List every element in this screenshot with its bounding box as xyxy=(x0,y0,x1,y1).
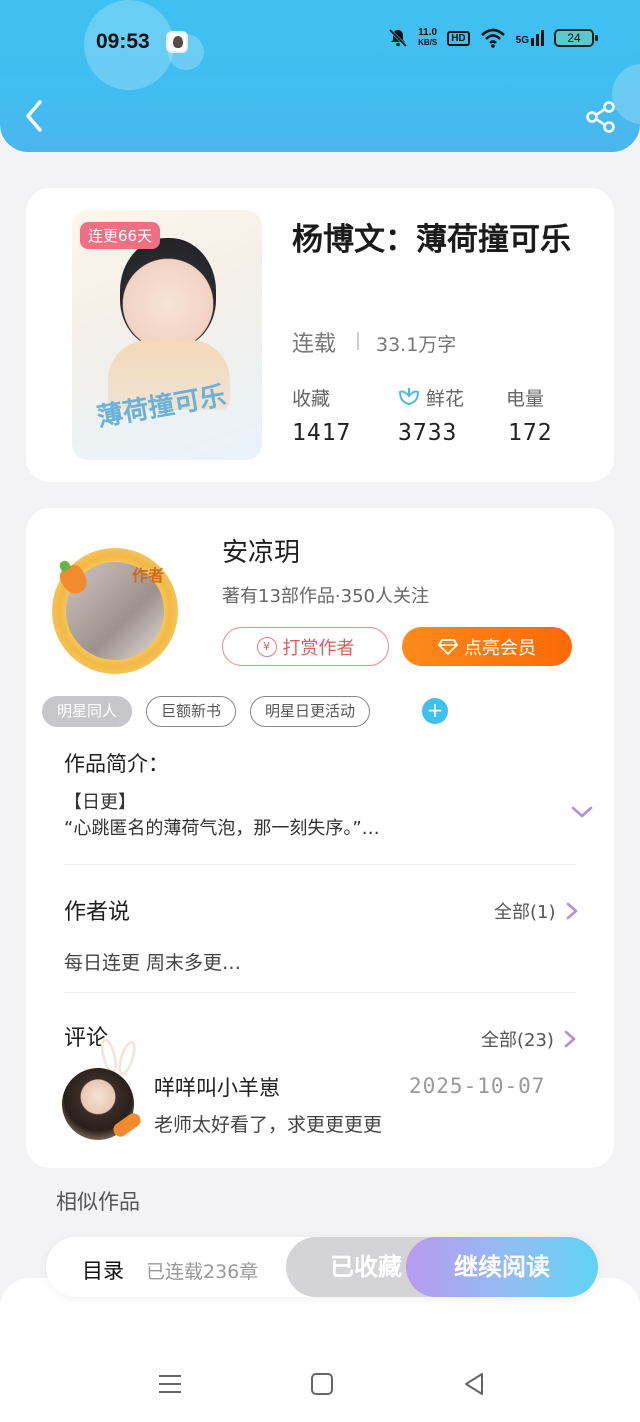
coin-icon: ¥ xyxy=(256,636,277,657)
divider xyxy=(64,864,576,865)
book-status: 连载 xyxy=(292,332,337,357)
speed-unit: KB/S xyxy=(418,38,438,47)
wifi-icon xyxy=(480,28,505,48)
status-time: 09:53 xyxy=(96,30,150,53)
bunny-ear-decor xyxy=(114,1038,140,1078)
back-nav-icon[interactable] xyxy=(460,1370,488,1398)
stat-label-flowers: 鲜花 xyxy=(426,388,465,410)
diamond-icon xyxy=(438,638,458,655)
battery-icon: 24 xyxy=(554,29,598,47)
cover-portrait xyxy=(120,238,216,348)
intro-heading: 作品简介： xyxy=(64,752,169,776)
status-icons: 11.0 KB/S HD 5G 24 xyxy=(388,28,598,48)
network-speed: 11.0 KB/S xyxy=(418,28,437,48)
vip-button[interactable]: 点亮会员 xyxy=(402,627,572,666)
update-streak-badge: 连更66天 xyxy=(80,222,161,249)
stat-value-favorites: 1417 xyxy=(292,420,352,446)
author-avatar[interactable]: 作者 xyxy=(52,548,178,674)
vip-label: 点亮会员 xyxy=(464,637,536,659)
book-title: 杨博文：薄荷撞可乐 xyxy=(292,222,571,258)
divider xyxy=(357,332,359,350)
stat-value-power: 172 xyxy=(508,420,553,446)
author-says-more-label: 全部(1) xyxy=(494,902,556,923)
intro-text-line1: 【日更】 xyxy=(64,792,136,813)
stat-label-favorites: 收藏 xyxy=(292,388,331,410)
menu-icon[interactable] xyxy=(156,1370,184,1398)
chapter-count[interactable]: 已连载236章 xyxy=(146,1257,258,1284)
chevron-right-icon xyxy=(566,902,577,920)
continue-reading-button[interactable]: 继续阅读 xyxy=(406,1237,598,1297)
divider xyxy=(64,992,576,993)
similar-works-heading: 相似作品 xyxy=(56,1190,140,1214)
commenter-name: 咩咩叫小羊崽 xyxy=(154,1076,280,1100)
author-says-more-link[interactable]: 全部(1) xyxy=(494,898,578,924)
speed-value: 11.0 xyxy=(418,27,438,38)
comments-more-link[interactable]: 全部(23) xyxy=(481,1026,576,1052)
tip-author-label: 打赏作者 xyxy=(282,637,355,659)
home-icon[interactable] xyxy=(308,1370,336,1398)
bottom-action-bar: 目录 已连载236章 已收藏 继续阅读 xyxy=(46,1237,598,1297)
flower-icon xyxy=(398,388,420,406)
author-says-text: 每日连更 周末多更… xyxy=(64,952,242,974)
comment-date: 2025-10-07 xyxy=(409,1074,546,1098)
comments-more-label: 全部(23) xyxy=(481,1030,554,1051)
add-tag-button[interactable]: + xyxy=(422,698,448,724)
share-icon[interactable] xyxy=(584,100,618,134)
tag-item[interactable]: 明星同人 xyxy=(42,696,133,727)
book-info-card: 连更66天 薄荷撞可乐 杨博文：薄荷撞可乐 连载 33.1万字 收藏 鲜花 电量… xyxy=(26,188,614,482)
author-name[interactable]: 安凉玥 xyxy=(222,532,300,569)
back-icon[interactable] xyxy=(18,96,54,136)
mute-bell-icon xyxy=(389,28,408,48)
chevron-down-icon[interactable] xyxy=(570,804,594,820)
signal-icon: 5G xyxy=(516,30,544,46)
book-cover[interactable]: 连更66天 薄荷撞可乐 xyxy=(72,210,262,460)
comment-text: 老师太好看了，求更更更更 xyxy=(154,1114,383,1136)
author-meta: 著有13部作品·350人关注 xyxy=(222,586,429,607)
tip-author-button[interactable]: ¥ 打赏作者 xyxy=(222,627,389,666)
tag-item[interactable]: 巨额新书 xyxy=(146,696,237,727)
author-says-heading: 作者说 xyxy=(64,900,131,925)
author-badge: 作者 xyxy=(132,566,165,585)
tag-list: 明星同人 巨额新书 明星日更活动 xyxy=(42,696,371,727)
chevron-right-icon xyxy=(564,1030,576,1048)
network-type: 5G xyxy=(515,35,529,46)
system-nav-bar xyxy=(0,1360,640,1406)
stat-value-flowers: 3733 xyxy=(398,420,458,446)
intro-text-line2: “心跳匿名的薄荷气泡，那一刻失序。”… xyxy=(64,818,380,839)
hd-badge: HD xyxy=(447,30,470,46)
tag-item[interactable]: 明星日更活动 xyxy=(250,696,371,727)
word-count: 33.1万字 xyxy=(376,334,457,356)
stat-label-power: 电量 xyxy=(506,388,545,410)
toc-button[interactable]: 目录 xyxy=(82,1255,124,1285)
top-header: 09:53 11.0 KB/S HD 5G 24 xyxy=(0,0,640,152)
author-card: 作者 安凉玥 著有13部作品·350人关注 ¥ 打赏作者 点亮会员 明星同人 巨… xyxy=(26,508,614,1168)
status-avatar-icon xyxy=(166,31,188,53)
